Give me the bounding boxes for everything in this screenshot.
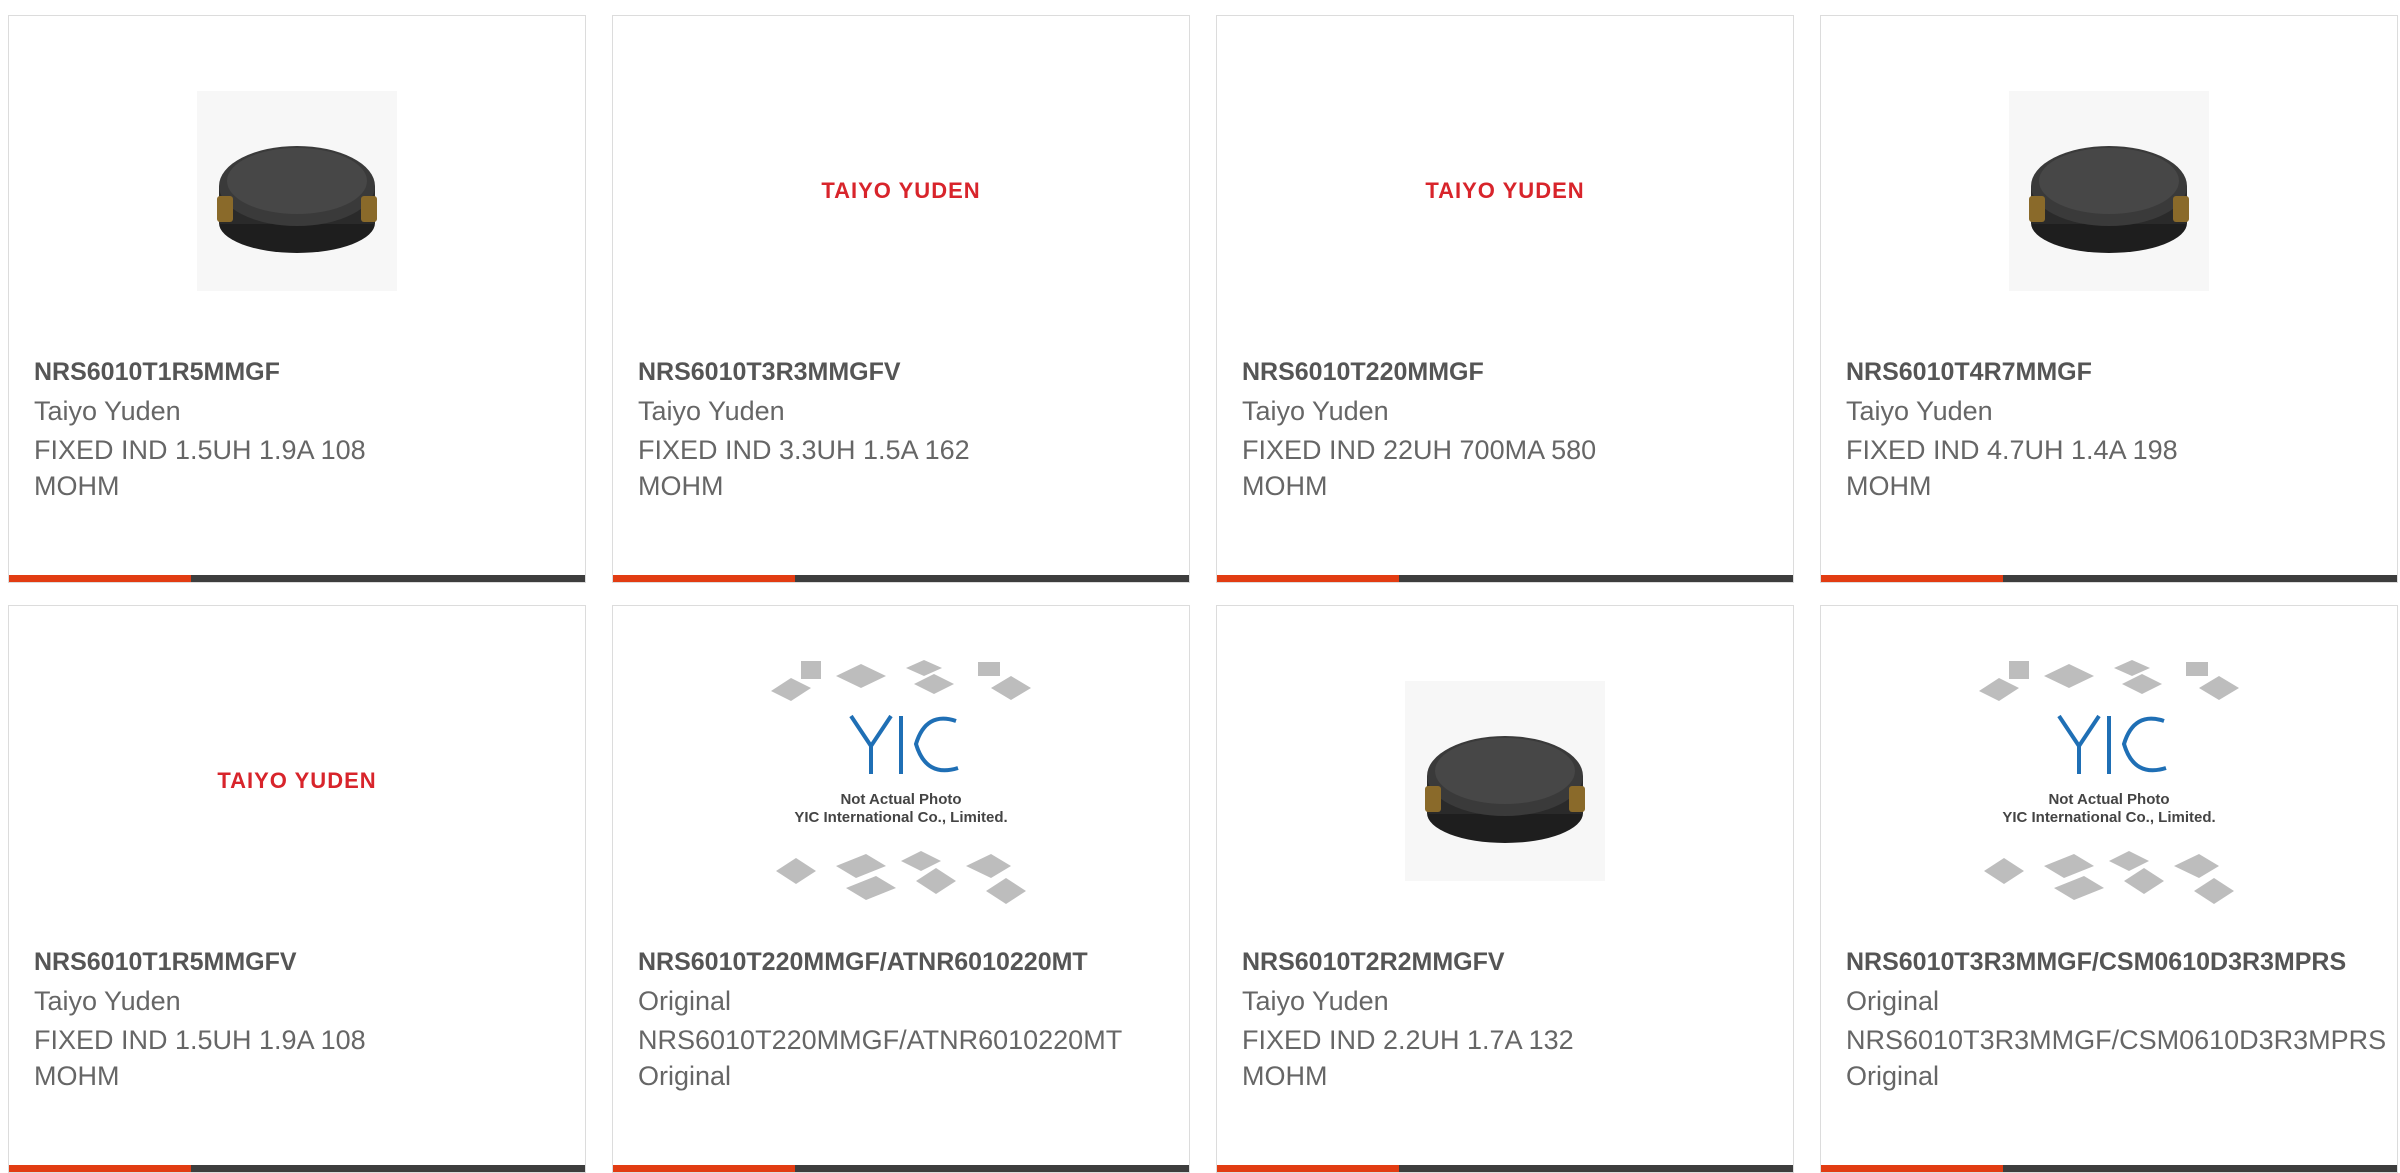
product-image[interactable]: Not Actual Photo YIC International Co., … — [1821, 606, 2397, 956]
manufacturer: Taiyo Yuden — [34, 396, 181, 426]
card-bar — [1821, 1165, 2397, 1172]
inductor-photo-icon — [197, 91, 397, 291]
card-bar-accent — [1217, 1165, 1399, 1172]
part-number[interactable]: NRS6010T220MMGF — [1242, 358, 1484, 387]
part-number[interactable]: NRS6010T4R7MMGF — [1846, 358, 2092, 387]
placeholder-line2: YIC International Co., Limited. — [794, 809, 1007, 826]
manufacturer: Original — [638, 986, 732, 1016]
description: NRS6010T3R3MMGF/CSM0610D3R3MPRS Original — [1846, 1025, 2387, 1091]
card-bar — [613, 575, 1189, 582]
manufacturer: Taiyo Yuden — [1846, 396, 1993, 426]
card-bar-accent — [1821, 1165, 2003, 1172]
placeholder-line1: Not Actual Photo — [840, 791, 961, 808]
product-card[interactable]: TAIYO YUDEN NRS6010T3R3MMGFV Taiyo Yuden… — [612, 15, 1190, 583]
card-bar-accent — [1217, 575, 1399, 582]
part-number[interactable]: NRS6010T3R3MMGFV — [638, 358, 901, 387]
part-number[interactable]: NRS6010T1R5MMGFV — [34, 948, 297, 977]
product-image[interactable]: TAIYO YUDEN — [9, 606, 585, 956]
description: FIXED IND 22UH 700MA 580 MOHM — [1242, 435, 1597, 501]
product-image[interactable] — [9, 16, 585, 366]
product-image[interactable]: TAIYO YUDEN — [1217, 16, 1793, 366]
card-bar-accent — [613, 575, 795, 582]
card-bar — [1217, 1165, 1793, 1172]
product-card[interactable]: NRS6010T1R5MMGF Taiyo Yuden FIXED IND 1.… — [8, 15, 586, 583]
taiyo-yuden-logo: TAIYO YUDEN — [821, 178, 981, 203]
description: FIXED IND 1.5UH 1.9A 108 MOHM — [34, 435, 366, 501]
product-image[interactable]: TAIYO YUDEN — [613, 16, 1189, 366]
card-bar — [1821, 575, 2397, 582]
description: FIXED IND 2.2UH 1.7A 132 MOHM — [1242, 1025, 1574, 1091]
description: NRS6010T220MMGF/ATNR6010220MT Original — [638, 1025, 1122, 1091]
placeholder-line1: Not Actual Photo — [2048, 791, 2169, 808]
manufacturer: Taiyo Yuden — [34, 986, 181, 1016]
part-number[interactable]: NRS6010T3R3MMGF/CSM0610D3R3MPRS — [1846, 948, 2346, 977]
product-card[interactable]: TAIYO YUDEN NRS6010T1R5MMGFV Taiyo Yuden… — [8, 605, 586, 1173]
product-card[interactable]: NRS6010T4R7MMGF Taiyo Yuden FIXED IND 4.… — [1820, 15, 2398, 583]
yic-placeholder-icon: Not Actual Photo YIC International Co., … — [771, 660, 1031, 904]
card-bar — [613, 1165, 1189, 1172]
product-grid: NRS6010T1R5MMGF Taiyo Yuden FIXED IND 1.… — [0, 0, 2400, 1173]
card-bar — [9, 575, 585, 582]
card-bar-accent — [9, 1165, 191, 1172]
product-card[interactable]: NRS6010T2R2MMGFV Taiyo Yuden FIXED IND 2… — [1216, 605, 1794, 1173]
taiyo-yuden-logo: TAIYO YUDEN — [1425, 178, 1585, 203]
card-bar-accent — [1821, 575, 2003, 582]
manufacturer: Taiyo Yuden — [1242, 986, 1389, 1016]
card-bar — [1217, 575, 1793, 582]
product-image[interactable]: Not Actual Photo YIC International Co., … — [613, 606, 1189, 956]
card-bar-accent — [613, 1165, 795, 1172]
part-number[interactable]: NRS6010T220MMGF/ATNR6010220MT — [638, 948, 1088, 977]
product-card[interactable]: TAIYO YUDEN NRS6010T220MMGF Taiyo Yuden … — [1216, 15, 1794, 583]
product-card[interactable]: Not Actual Photo YIC International Co., … — [1820, 605, 2398, 1173]
description: FIXED IND 3.3UH 1.5A 162 MOHM — [638, 435, 970, 501]
product-card[interactable]: Not Actual Photo YIC International Co., … — [612, 605, 1190, 1173]
yic-placeholder-icon: Not Actual Photo YIC International Co., … — [1979, 660, 2239, 904]
manufacturer: Taiyo Yuden — [638, 396, 785, 426]
inductor-photo-icon — [2009, 91, 2209, 291]
product-image[interactable] — [1821, 16, 2397, 366]
placeholder-line2: YIC International Co., Limited. — [2002, 809, 2215, 826]
product-image[interactable] — [1217, 606, 1793, 956]
inductor-photo-icon — [1405, 681, 1605, 881]
card-bar-accent — [9, 575, 191, 582]
manufacturer: Original — [1846, 986, 1940, 1016]
card-bar — [9, 1165, 585, 1172]
description: FIXED IND 4.7UH 1.4A 198 MOHM — [1846, 435, 2178, 501]
part-number[interactable]: NRS6010T1R5MMGF — [34, 358, 280, 387]
taiyo-yuden-logo: TAIYO YUDEN — [217, 768, 377, 793]
description: FIXED IND 1.5UH 1.9A 108 MOHM — [34, 1025, 366, 1091]
manufacturer: Taiyo Yuden — [1242, 396, 1389, 426]
part-number[interactable]: NRS6010T2R2MMGFV — [1242, 948, 1505, 977]
